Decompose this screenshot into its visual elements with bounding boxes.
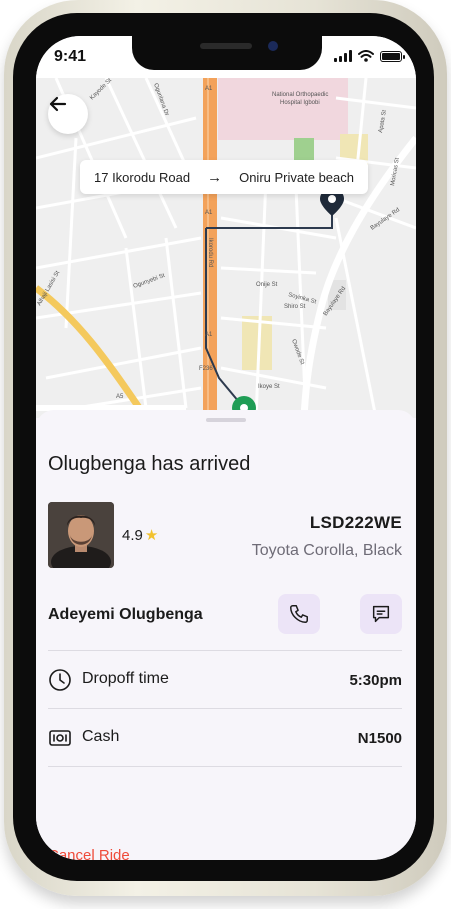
- map-label-a1c: A1: [205, 332, 213, 338]
- status-time: 9:41: [54, 48, 87, 65]
- divider: [48, 766, 402, 767]
- driver-avatar: [48, 502, 114, 568]
- arrival-title: Olugbenga has arrived: [48, 453, 251, 475]
- map-label-hospital: National Orthopaedic: [272, 92, 328, 98]
- star-icon: ★: [144, 527, 159, 544]
- divider: [48, 650, 402, 651]
- cash-icon: [49, 730, 71, 746]
- route-origin: 17 Ikorodu Road: [94, 169, 191, 185]
- speaker: [200, 43, 252, 49]
- route-destination: Oniru Private beach: [239, 169, 354, 185]
- clock-icon: [49, 669, 71, 691]
- signal-icon: [334, 50, 352, 62]
- trip-details-sheet: Olugbenga has arrived 4.9 ★ LSD222WE Toy…: [36, 410, 416, 860]
- rating-value: 4.9: [122, 526, 143, 544]
- payment-method: Cash: [82, 728, 120, 745]
- wifi-icon: [358, 50, 374, 62]
- screen: 9:41 National Orthopaedic Hospital Igbob…: [36, 36, 416, 860]
- phone-icon: [290, 605, 308, 623]
- driver-rating: 4.9 ★: [122, 526, 159, 545]
- battery-icon: [380, 50, 405, 62]
- map-label-a1b: A1: [205, 210, 213, 216]
- route-banner[interactable]: 17 Ikorodu Road → Oniru Private beach: [80, 160, 368, 194]
- map-label-ikorodu: Ikorodu Rd: [207, 238, 213, 267]
- message-driver-button[interactable]: [360, 594, 402, 634]
- license-plate: LSD222WE: [309, 513, 402, 532]
- map-label-a5: A5: [116, 394, 124, 400]
- map-label-shiro: Shiro St: [284, 304, 306, 310]
- dropoff-label: Dropoff time: [82, 670, 169, 687]
- status-icons: [334, 50, 405, 62]
- map-canvas: National Orthopaedic Hospital Igbobi A1 …: [36, 78, 416, 418]
- front-camera: [268, 41, 278, 51]
- map-label-hospital2: Hospital Igbobi: [280, 100, 320, 106]
- dropoff-time: 5:30pm: [349, 672, 402, 689]
- driver-name: Adeyemi Olugbenga: [48, 606, 203, 623]
- divider: [48, 708, 402, 709]
- car-description: Toyota Corolla, Black: [251, 542, 402, 559]
- arrow-right-icon: →: [207, 168, 223, 186]
- map-label-a1: A1: [205, 86, 213, 92]
- cancel-ride-button[interactable]: Cancel Ride: [48, 847, 130, 860]
- map-label-ikoye: Ikoye St: [258, 384, 280, 390]
- back-button[interactable]: [48, 94, 88, 134]
- map-label-f236: F236: [199, 366, 213, 372]
- back-arrow-icon: [49, 96, 67, 112]
- call-driver-button[interactable]: [278, 594, 320, 634]
- chat-icon: [372, 605, 390, 623]
- map-view[interactable]: National Orthopaedic Hospital Igbobi A1 …: [36, 78, 416, 418]
- payment-amount: N1500: [357, 730, 402, 747]
- status-bar: 9:41: [36, 36, 416, 78]
- map-label-onije: Onije St: [256, 282, 278, 288]
- notch: [132, 36, 322, 70]
- sheet-drag-handle[interactable]: [206, 418, 246, 422]
